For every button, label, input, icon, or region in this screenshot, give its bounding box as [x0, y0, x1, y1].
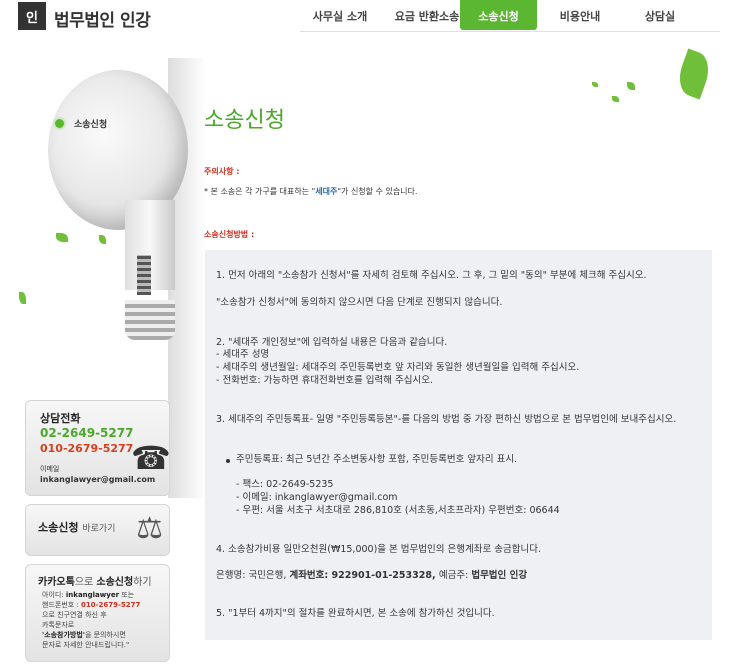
- leaf-icon: [627, 82, 635, 90]
- step-3-mail: - 우편: 서울 서초구 서초대로 286,810호 (서초동,서초프라자) 우…: [236, 505, 560, 516]
- kakao-id: inkanglawyer: [65, 591, 120, 599]
- step-4-bank-line: 은행명: 국민은행, 계좌번호: 922901-01-253328, 예금주: …: [216, 570, 527, 582]
- step-1-line-2: "소송참가 신청서"에 동의하지 않으시면 다음 단계로 진행되지 않습니다.: [216, 297, 503, 308]
- kakao-line2-prefix: 핸드폰번호 :: [42, 601, 82, 609]
- bulb-illustration: [30, 60, 205, 400]
- step-3-email: - 이메일: inkanglawyer@gmail.com: [236, 492, 398, 503]
- bullet-dot-icon: [226, 459, 230, 463]
- apply-shortcut-title: 소송신청: [38, 521, 79, 534]
- kakao-apply-box[interactable]: 카카오톡으로 소송신청하기 아이디: inkanglawyer 또는 핸드폰번호…: [25, 564, 170, 662]
- notice-suffix: "가 신청할 수 있습니다.: [337, 187, 418, 196]
- leaf-icon: [612, 96, 619, 102]
- apply-shortcut-suffix: 바로가기: [82, 524, 116, 534]
- logo-text: 법무법인 인강: [54, 11, 151, 31]
- bulb-filament: [137, 255, 151, 295]
- notice-prefix: * 본 소송은 각 가구를 대표하는 ": [204, 187, 316, 196]
- phone-icon: ☎: [131, 439, 171, 477]
- step-2-line-3: - 세대주의 생년월일: 세대주의 주민등록번호 앞 자리와 동일한 생년월일을…: [216, 362, 580, 373]
- bulb-label-text: 소송신청: [74, 120, 108, 130]
- kakao-box-title: 카카오톡으로 소송신청하기: [38, 573, 152, 588]
- bulb-section-label: 소송신청: [53, 117, 107, 130]
- kakao-box-body: 아이디: inkanglawyer 또는 핸드폰번호 : 010-2679-52…: [42, 590, 170, 650]
- notice-highlight: 세대주: [315, 187, 338, 196]
- main-nav: 사무실 소개 요금 반환소송 소송신청 비용안내 상담실: [300, 0, 720, 30]
- kakao-line-6: 문자로 자세한 안내드립니다.": [42, 641, 130, 649]
- kakao-line1-suffix: 또는: [119, 591, 135, 599]
- step-4-line-1: 4. 소송참가비용 일만오천원(₩15,000)을 본 법무법인의 은행계좌로 …: [216, 544, 541, 555]
- step-3-bullet: 주민등록표: 최근 5년간 주소변동사항 포함, 주민등록번호 앞자리 표시.: [236, 454, 518, 465]
- step-5-line-1: 5. "1부터 4까지"의 절차를 완료하시면, 본 소송에 참가하신 것입니다…: [216, 608, 495, 619]
- kakao-line-1: 아이디: inkanglawyer 또는: [42, 590, 170, 600]
- green-dot-icon: [53, 117, 66, 130]
- nav-item-office-intro[interactable]: 사무실 소개: [300, 0, 380, 30]
- step-2-line-2: - 세대주 성명: [216, 349, 270, 360]
- kakao-title-main: 카카오톡: [38, 577, 75, 588]
- kakao-line-5: '소송참가방법'을 문의하시면: [42, 630, 170, 640]
- apply-shortcut-label: 소송신청 바로가기: [38, 519, 115, 535]
- leaf-icon: [19, 292, 26, 304]
- phone-number-2: 010-2679-5277: [40, 442, 134, 455]
- step-2-line-1: 2. "세대주 개인정보"에 입력하실 내용은 다음과 같습니다.: [216, 337, 448, 348]
- nav-item-lawsuit-apply[interactable]: 소송신청: [460, 0, 537, 30]
- consult-phone-title: 상담전화: [40, 412, 81, 425]
- logo[interactable]: 인 법무법인 인강: [18, 2, 158, 34]
- account-holder: 법무법인 인강: [471, 570, 528, 581]
- nav-item-fee-refund-suit[interactable]: 요금 반환소송: [382, 0, 472, 30]
- kakao-line5-suffix: 을 문의하시면: [84, 631, 126, 639]
- kakao-title-end: 하기: [133, 577, 152, 588]
- step-3-line-1: 3. 세대주의 주민등록표- 일명 "주민등록등본"-를 다음의 방법 중 가장…: [216, 414, 677, 425]
- logo-mark: 인: [18, 2, 46, 30]
- method-panel: 1. 먼저 아래의 "소송참가 신청서"를 자세히 검토해 주십시오. 그 후,…: [205, 250, 712, 640]
- account-number: 계좌번호: 922901-01-253328,: [289, 570, 439, 581]
- kakao-quote: '소송참가방법': [42, 631, 85, 639]
- nav-divider: [300, 31, 720, 32]
- notice-label: 주의사항 :: [204, 167, 240, 176]
- kakao-line-4: 카톡문자로: [42, 621, 75, 629]
- kakao-line1-prefix: 아이디:: [42, 591, 66, 599]
- kakao-phone: 010-2679-5277: [81, 601, 141, 609]
- bulb-base: [125, 300, 175, 340]
- notice-text: * 본 소송은 각 가구를 대표하는 "세대주"가 신청할 수 있습니다.: [204, 186, 417, 197]
- scale-icon: ⚖: [136, 511, 163, 546]
- bank-name: 은행명: 국민은행,: [216, 570, 290, 581]
- kakao-line-3: 으로 친구연결 하신 후: [42, 611, 107, 619]
- phone-number-1: 02-2649-5277: [40, 426, 134, 440]
- step-3-fax: - 팩스: 02-2649-5235: [236, 479, 334, 490]
- step-1-line-1: 1. 먼저 아래의 "소송참가 신청서"를 자세히 검토해 주십시오. 그 후,…: [216, 270, 647, 281]
- apply-shortcut-box[interactable]: 소송신청 바로가기 ⚖: [25, 504, 170, 556]
- kakao-title-bold: 소송신청: [96, 577, 134, 588]
- leaf-icon: [673, 48, 715, 100]
- page-title: 소송신청: [204, 108, 285, 133]
- consult-phone-box[interactable]: 상담전화 02-2649-5277 010-2679-5277 이메일 inka…: [25, 400, 171, 496]
- nav-item-cost-guide[interactable]: 비용안내: [545, 0, 615, 30]
- holder-prefix: 예금주:: [438, 570, 472, 581]
- method-label: 소송신청방법 :: [204, 230, 255, 239]
- kakao-line-2: 핸드폰번호 : 010-2679-5277: [42, 600, 170, 610]
- step-2-line-4: - 전화번호: 가능하면 휴대전화번호를 입력해 주십시오.: [216, 375, 434, 386]
- nav-item-consultation[interactable]: 상담실: [625, 0, 695, 30]
- leaf-icon: [592, 82, 598, 87]
- email-label: 이메일: [40, 465, 60, 473]
- kakao-title-mid: 으로: [74, 577, 97, 588]
